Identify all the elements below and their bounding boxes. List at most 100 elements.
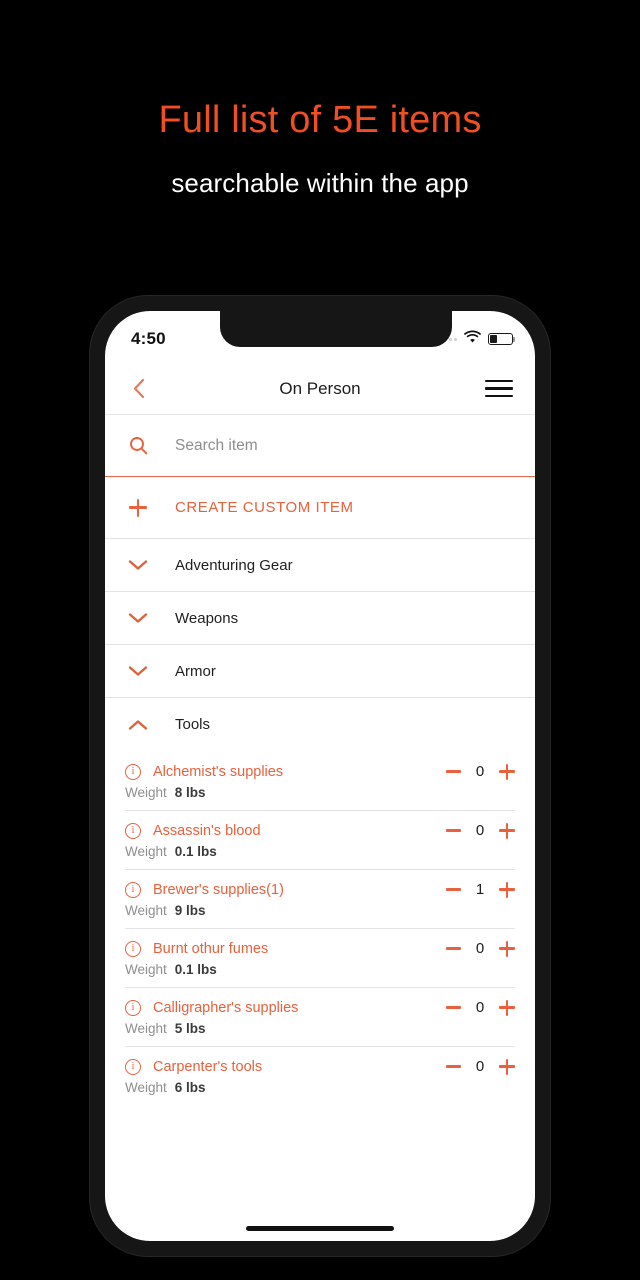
item-weight: Weight 8 lbs — [125, 785, 515, 800]
decrement-button[interactable] — [446, 829, 461, 832]
decrement-button[interactable] — [446, 1006, 461, 1009]
info-icon[interactable]: i — [125, 1058, 141, 1075]
weight-value: 9 lbs — [174, 903, 206, 918]
item-list: i Alchemist's supplies 0 Weight 8 lbs i … — [105, 751, 535, 1105]
promo-title: Full list of 5E items — [158, 99, 482, 141]
info-icon[interactable]: i — [125, 999, 141, 1016]
decrement-button[interactable] — [446, 770, 461, 773]
increment-button[interactable] — [499, 822, 515, 839]
decrement-button[interactable] — [446, 888, 461, 891]
list-item[interactable]: i Alchemist's supplies 0 Weight 8 lbs — [105, 751, 535, 810]
battery-icon — [488, 333, 516, 345]
chevron-down-icon — [125, 665, 151, 677]
item-name[interactable]: Calligrapher's supplies — [153, 1000, 298, 1016]
hamburger-menu-icon[interactable] — [485, 378, 513, 400]
item-header: i Brewer's supplies(1) 1 — [125, 881, 515, 898]
item-count: 0 — [475, 822, 485, 839]
create-custom-item-button[interactable]: CREATE CUSTOM ITEM — [105, 477, 535, 539]
page-title: On Person — [279, 378, 361, 398]
phone-notch — [220, 311, 452, 347]
search-icon — [125, 436, 151, 455]
list-item[interactable]: i Assassin's blood 0 Weight 0.1 lbs — [105, 810, 535, 869]
weight-label: Weight — [125, 962, 167, 977]
increment-button[interactable] — [499, 1058, 515, 1075]
phone-screen: 4:50 On Person Search item CREATE CUSTOM… — [105, 311, 535, 1241]
chevron-up-icon — [125, 719, 151, 731]
info-icon[interactable]: i — [125, 822, 141, 839]
increment-button[interactable] — [499, 999, 515, 1016]
decrement-button[interactable] — [446, 1065, 461, 1068]
item-weight: Weight 6 lbs — [125, 1080, 515, 1095]
back-button[interactable] — [121, 372, 155, 406]
weight-label: Weight — [125, 785, 167, 800]
increment-button[interactable] — [499, 763, 515, 780]
item-count: 0 — [475, 1058, 485, 1075]
item-name[interactable]: Assassin's blood — [153, 823, 261, 839]
weight-value: 0.1 lbs — [174, 844, 217, 859]
create-custom-item-label: CREATE CUSTOM ITEM — [175, 499, 354, 516]
weight-value: 8 lbs — [174, 785, 206, 800]
item-header: i Carpenter's tools 0 — [125, 1058, 515, 1075]
home-indicator[interactable] — [246, 1226, 394, 1231]
category-row-tools[interactable]: Tools — [105, 698, 535, 751]
quantity-stepper: 1 — [446, 881, 515, 898]
item-name[interactable]: Brewer's supplies(1) — [153, 882, 284, 898]
search-input[interactable] — [175, 436, 515, 455]
weight-label: Weight — [125, 1080, 167, 1095]
category-label: Adventuring Gear — [175, 556, 293, 574]
item-header: i Alchemist's supplies 0 — [125, 763, 515, 780]
weight-value: 5 lbs — [174, 1021, 206, 1036]
list-item[interactable]: i Brewer's supplies(1) 1 Weight 9 lbs — [105, 869, 535, 928]
item-name[interactable]: Alchemist's supplies — [153, 764, 283, 780]
nav-bar: On Person — [105, 363, 535, 415]
category-row-armor[interactable]: Armor — [105, 645, 535, 698]
weight-value: 6 lbs — [174, 1080, 206, 1095]
category-label: Armor — [175, 662, 216, 680]
wifi-icon — [463, 330, 482, 348]
decrement-button[interactable] — [446, 947, 461, 950]
chevron-down-icon — [125, 559, 151, 571]
item-count: 0 — [475, 940, 485, 957]
chevron-left-icon — [133, 378, 144, 399]
item-header: i Assassin's blood 0 — [125, 822, 515, 839]
promo-screenshot: Full list of 5E items searchable within … — [0, 0, 640, 1280]
promo-subtitle: searchable within the app — [171, 167, 469, 198]
quantity-stepper: 0 — [446, 940, 515, 957]
item-weight: Weight 0.1 lbs — [125, 962, 515, 977]
item-weight: Weight 9 lbs — [125, 903, 515, 918]
quantity-stepper: 0 — [446, 763, 515, 780]
quantity-stepper: 0 — [446, 999, 515, 1016]
increment-button[interactable] — [499, 940, 515, 957]
info-icon[interactable]: i — [125, 940, 141, 957]
list-item[interactable]: i Calligrapher's supplies 0 Weight 5 lbs — [105, 987, 535, 1046]
info-icon[interactable]: i — [125, 881, 141, 898]
increment-button[interactable] — [499, 881, 515, 898]
weight-value: 0.1 lbs — [174, 962, 217, 977]
weight-label: Weight — [125, 844, 167, 859]
chevron-down-icon — [125, 612, 151, 624]
item-header: i Calligrapher's supplies 0 — [125, 999, 515, 1016]
category-label: Tools — [175, 716, 211, 733]
item-name[interactable]: Carpenter's tools — [153, 1059, 262, 1075]
quantity-stepper: 0 — [446, 1058, 515, 1075]
info-icon[interactable]: i — [125, 763, 141, 780]
phone-mockup: 4:50 On Person Search item CREATE CUSTOM… — [90, 296, 550, 1256]
weight-label: Weight — [125, 1021, 167, 1036]
item-weight: Weight 5 lbs — [125, 1021, 515, 1036]
item-header: i Burnt othur fumes 0 — [125, 940, 515, 957]
promo-header: Full list of 5E items searchable within … — [0, 0, 640, 199]
category-row-weapons[interactable]: Weapons — [105, 592, 535, 645]
quantity-stepper: 0 — [446, 822, 515, 839]
category-row-adventuring-gear[interactable]: Adventuring Gear — [105, 539, 535, 592]
category-label: Weapons — [175, 609, 239, 627]
item-count: 1 — [475, 881, 485, 898]
weight-label: Weight — [125, 903, 167, 918]
item-name[interactable]: Burnt othur fumes — [153, 941, 268, 957]
list-item[interactable]: i Carpenter's tools 0 Weight 6 lbs — [105, 1046, 535, 1105]
item-count: 0 — [475, 763, 485, 780]
item-count: 0 — [475, 999, 485, 1016]
search-bar[interactable] — [105, 415, 535, 477]
item-weight: Weight 0.1 lbs — [125, 844, 515, 859]
status-time: 4:50 — [131, 329, 166, 348]
list-item[interactable]: i Burnt othur fumes 0 Weight 0.1 lbs — [105, 928, 535, 987]
